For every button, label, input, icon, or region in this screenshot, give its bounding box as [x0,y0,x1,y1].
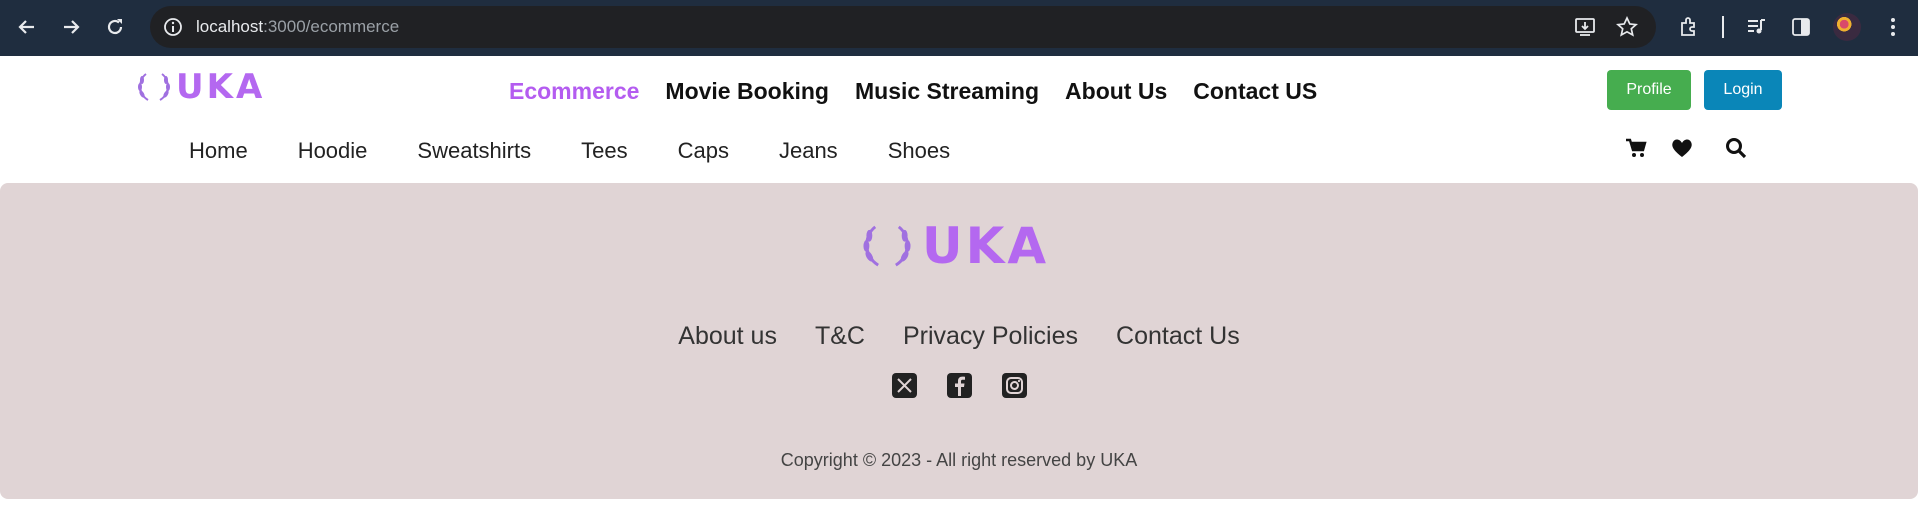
cart-icon[interactable] [1624,136,1648,160]
category-caps[interactable]: Caps [678,138,729,164]
footer-link-privacy[interactable]: Privacy Policies [903,322,1078,351]
profile-button[interactable]: Profile [1607,70,1691,110]
install-app-icon[interactable] [1574,16,1596,38]
category-tees[interactable]: Tees [581,138,627,164]
search-icon[interactable] [1724,136,1748,160]
category-sweatshirts[interactable]: Sweatshirts [417,138,531,164]
url-path: :3000/ecommerce [263,17,400,36]
category-shoes[interactable]: Shoes [888,138,950,164]
nav-music-streaming[interactable]: Music Streaming [855,78,1039,105]
site-footer: UKA About us T&C Privacy Policies Contac… [0,183,1918,499]
copyright-text: Copyright © 2023 - All right reserved by… [780,450,1138,470]
footer-links: About us T&C Privacy Policies Contact Us [0,322,1918,351]
nav-ecommerce[interactable]: Ecommerce [509,78,639,105]
footer-link-about[interactable]: About us [678,322,777,351]
extensions-icon[interactable] [1677,14,1703,40]
category-hoodie[interactable]: Hoodie [298,138,368,164]
nav-movie-booking[interactable]: Movie Booking [665,78,829,105]
social-links [0,373,1918,398]
profile-avatar[interactable] [1833,13,1861,41]
laurel-wreath-icon [863,225,911,267]
address-bar[interactable]: localhost:3000/ecommerce [150,6,1656,48]
media-queue-icon[interactable] [1743,14,1769,40]
url-text[interactable]: localhost:3000/ecommerce [196,17,399,37]
footer-logo-text: UKA [922,217,1050,275]
footer-link-terms[interactable]: T&C [815,322,865,351]
bookmark-star-icon[interactable] [1616,16,1638,38]
login-button[interactable]: Login [1704,70,1782,110]
toolbar-separator [1722,16,1724,38]
laurel-wreath-icon [138,73,170,101]
facebook-icon[interactable] [946,373,972,398]
nav-about-us[interactable]: About Us [1065,78,1167,105]
heart-icon[interactable] [1670,136,1694,160]
site-info-icon[interactable] [160,14,186,40]
category-jeans[interactable]: Jeans [779,138,838,164]
side-panel-icon[interactable] [1788,14,1814,40]
browser-toolbar: localhost:3000/ecommerce [0,0,1918,56]
url-host: localhost [196,17,264,36]
category-nav: Home Hoodie Sweatshirts Tees Caps Jeans … [189,138,950,164]
logo-text: UKA [176,67,266,107]
nav-contact-us[interactable]: Contact US [1193,78,1317,105]
footer-link-contact[interactable]: Contact Us [1116,322,1240,351]
forward-arrow-icon[interactable] [56,12,86,42]
reload-icon[interactable] [100,12,130,42]
footer-logo[interactable]: UKA [860,221,1049,271]
instagram-icon[interactable] [1001,373,1027,398]
main-nav: Ecommerce Movie Booking Music Streaming … [509,78,1317,105]
site-logo[interactable]: UKA [136,70,265,104]
menu-kebab-icon[interactable] [1880,14,1906,40]
category-home[interactable]: Home [189,138,248,164]
back-arrow-icon[interactable] [12,12,42,42]
x-twitter-icon[interactable] [891,373,917,398]
